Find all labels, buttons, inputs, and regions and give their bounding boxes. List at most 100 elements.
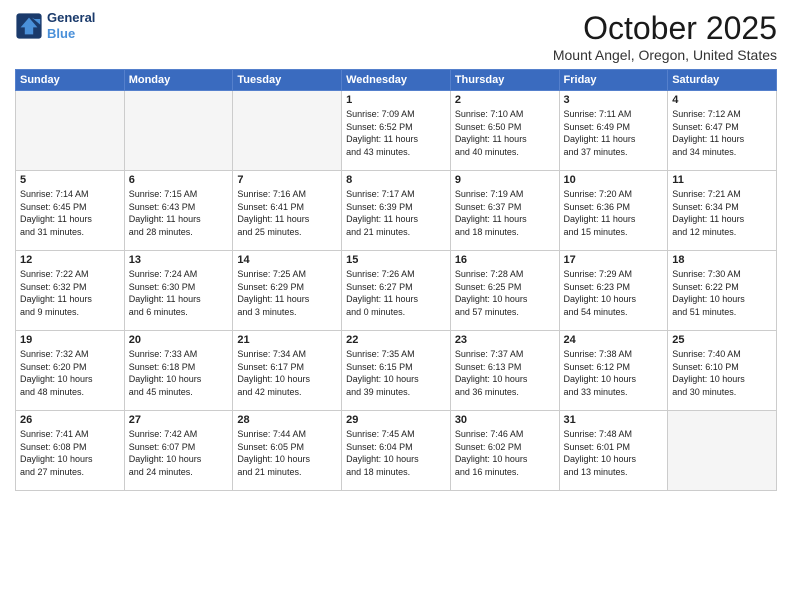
- day-number: 4: [672, 94, 772, 106]
- day-info: Sunrise: 7:37 AM Sunset: 6:13 PM Dayligh…: [455, 348, 555, 398]
- calendar-cell-w2d6: 18 Sunrise: 7:30 AM Sunset: 6:22 PM Dayli…: [668, 251, 777, 331]
- day-info: Sunrise: 7:25 AM Sunset: 6:29 PM Dayligh…: [237, 268, 337, 318]
- day-number: 21: [237, 334, 337, 346]
- calendar-week-3: 19 Sunrise: 7:32 AM Sunset: 6:20 PM Dayli…: [16, 331, 777, 411]
- calendar-cell-w4d3: 29 Sunrise: 7:45 AM Sunset: 6:04 PM Dayli…: [342, 411, 451, 491]
- day-info: Sunrise: 7:45 AM Sunset: 6:04 PM Dayligh…: [346, 428, 446, 478]
- calendar-cell-w4d5: 31Sunrise: 7:48 AM Sunset: 6:01 PM Dayli…: [559, 411, 668, 491]
- calendar-cell-w2d4: 16 Sunrise: 7:28 AM Sunset: 6:25 PM Dayli…: [450, 251, 559, 331]
- calendar-cell-w0d1: [124, 91, 233, 171]
- day-number: 20: [129, 334, 229, 346]
- calendar-cell-w2d0: 12Sunrise: 7:22 AM Sunset: 6:32 PM Dayli…: [16, 251, 125, 331]
- calendar-cell-w1d5: 10 Sunrise: 7:20 AM Sunset: 6:36 PM Dayli…: [559, 171, 668, 251]
- calendar-cell-w2d1: 13Sunrise: 7:24 AM Sunset: 6:30 PM Dayli…: [124, 251, 233, 331]
- logo-text: General Blue: [47, 10, 95, 41]
- calendar-cell-w0d5: 3 Sunrise: 7:11 AM Sunset: 6:49 PM Daylig…: [559, 91, 668, 171]
- day-number: 18: [672, 254, 772, 266]
- day-number: 24: [564, 334, 664, 346]
- day-info: Sunrise: 7:19 AM Sunset: 6:37 PM Dayligh…: [455, 188, 555, 238]
- calendar-week-2: 12Sunrise: 7:22 AM Sunset: 6:32 PM Dayli…: [16, 251, 777, 331]
- day-info: Sunrise: 7:11 AM Sunset: 6:49 PM Dayligh…: [564, 108, 664, 158]
- calendar-cell-w3d4: 23 Sunrise: 7:37 AM Sunset: 6:13 PM Dayli…: [450, 331, 559, 411]
- day-info: Sunrise: 7:38 AM Sunset: 6:12 PM Dayligh…: [564, 348, 664, 398]
- day-info: Sunrise: 7:33 AM Sunset: 6:18 PM Dayligh…: [129, 348, 229, 398]
- day-info: Sunrise: 7:48 AM Sunset: 6:01 PM Dayligh…: [564, 428, 664, 478]
- day-number: 5: [20, 174, 120, 186]
- calendar-cell-w1d3: 8 Sunrise: 7:17 AM Sunset: 6:39 PM Daylig…: [342, 171, 451, 251]
- day-number: 11: [672, 174, 772, 186]
- day-number: 29: [346, 414, 446, 426]
- day-number: 10: [564, 174, 664, 186]
- day-number: 19: [20, 334, 120, 346]
- day-info: Sunrise: 7:40 AM Sunset: 6:10 PM Dayligh…: [672, 348, 772, 398]
- calendar-cell-w0d4: 2 Sunrise: 7:10 AM Sunset: 6:50 PM Daylig…: [450, 91, 559, 171]
- day-number: 23: [455, 334, 555, 346]
- calendar-cell-w3d5: 24 Sunrise: 7:38 AM Sunset: 6:12 PM Dayli…: [559, 331, 668, 411]
- day-number: 27: [129, 414, 229, 426]
- day-number: 22: [346, 334, 446, 346]
- calendar-cell-w0d3: 1Sunrise: 7:09 AM Sunset: 6:52 PM Daylig…: [342, 91, 451, 171]
- day-info: Sunrise: 7:28 AM Sunset: 6:25 PM Dayligh…: [455, 268, 555, 318]
- day-info: Sunrise: 7:42 AM Sunset: 6:07 PM Dayligh…: [129, 428, 229, 478]
- calendar-week-4: 26 Sunrise: 7:41 AM Sunset: 6:08 PM Dayli…: [16, 411, 777, 491]
- day-info: Sunrise: 7:12 AM Sunset: 6:47 PM Dayligh…: [672, 108, 772, 158]
- day-info: Sunrise: 7:35 AM Sunset: 6:15 PM Dayligh…: [346, 348, 446, 398]
- calendar-header-monday: Monday: [124, 70, 233, 91]
- calendar-header-saturday: Saturday: [668, 70, 777, 91]
- day-info: Sunrise: 7:14 AM Sunset: 6:45 PM Dayligh…: [20, 188, 120, 238]
- day-number: 16: [455, 254, 555, 266]
- day-number: 2: [455, 94, 555, 106]
- day-number: 7: [237, 174, 337, 186]
- calendar-header-friday: Friday: [559, 70, 668, 91]
- day-number: 26: [20, 414, 120, 426]
- calendar-cell-w0d0: [16, 91, 125, 171]
- day-info: Sunrise: 7:17 AM Sunset: 6:39 PM Dayligh…: [346, 188, 446, 238]
- logo: General Blue: [15, 10, 95, 41]
- day-number: 17: [564, 254, 664, 266]
- day-number: 8: [346, 174, 446, 186]
- calendar-header-tuesday: Tuesday: [233, 70, 342, 91]
- calendar-cell-w3d2: 21Sunrise: 7:34 AM Sunset: 6:17 PM Dayli…: [233, 331, 342, 411]
- day-info: Sunrise: 7:29 AM Sunset: 6:23 PM Dayligh…: [564, 268, 664, 318]
- page: General Blue October 2025 Mount Angel, O…: [0, 0, 792, 612]
- calendar-cell-w4d2: 28 Sunrise: 7:44 AM Sunset: 6:05 PM Dayli…: [233, 411, 342, 491]
- calendar-header-wednesday: Wednesday: [342, 70, 451, 91]
- calendar-header-thursday: Thursday: [450, 70, 559, 91]
- day-number: 28: [237, 414, 337, 426]
- day-info: Sunrise: 7:15 AM Sunset: 6:43 PM Dayligh…: [129, 188, 229, 238]
- calendar-cell-w2d2: 14 Sunrise: 7:25 AM Sunset: 6:29 PM Dayli…: [233, 251, 342, 331]
- calendar-cell-w1d0: 5 Sunrise: 7:14 AM Sunset: 6:45 PM Daylig…: [16, 171, 125, 251]
- day-number: 3: [564, 94, 664, 106]
- calendar-cell-w1d4: 9 Sunrise: 7:19 AM Sunset: 6:37 PM Daylig…: [450, 171, 559, 251]
- calendar-cell-w4d0: 26 Sunrise: 7:41 AM Sunset: 6:08 PM Dayli…: [16, 411, 125, 491]
- calendar-table: SundayMondayTuesdayWednesdayThursdayFrid…: [15, 69, 777, 491]
- day-info: Sunrise: 7:09 AM Sunset: 6:52 PM Dayligh…: [346, 108, 446, 158]
- day-info: Sunrise: 7:32 AM Sunset: 6:20 PM Dayligh…: [20, 348, 120, 398]
- day-number: 14: [237, 254, 337, 266]
- logo-line2: Blue: [47, 26, 75, 41]
- calendar-cell-w4d4: 30Sunrise: 7:46 AM Sunset: 6:02 PM Dayli…: [450, 411, 559, 491]
- day-info: Sunrise: 7:26 AM Sunset: 6:27 PM Dayligh…: [346, 268, 446, 318]
- day-number: 6: [129, 174, 229, 186]
- calendar-header-sunday: Sunday: [16, 70, 125, 91]
- day-info: Sunrise: 7:10 AM Sunset: 6:50 PM Dayligh…: [455, 108, 555, 158]
- calendar-week-1: 5 Sunrise: 7:14 AM Sunset: 6:45 PM Daylig…: [16, 171, 777, 251]
- day-info: Sunrise: 7:16 AM Sunset: 6:41 PM Dayligh…: [237, 188, 337, 238]
- calendar-header-row: SundayMondayTuesdayWednesdayThursdayFrid…: [16, 70, 777, 91]
- day-info: Sunrise: 7:44 AM Sunset: 6:05 PM Dayligh…: [237, 428, 337, 478]
- day-number: 25: [672, 334, 772, 346]
- day-info: Sunrise: 7:22 AM Sunset: 6:32 PM Dayligh…: [20, 268, 120, 318]
- day-info: Sunrise: 7:24 AM Sunset: 6:30 PM Dayligh…: [129, 268, 229, 318]
- day-info: Sunrise: 7:20 AM Sunset: 6:36 PM Dayligh…: [564, 188, 664, 238]
- calendar-cell-w0d6: 4 Sunrise: 7:12 AM Sunset: 6:47 PM Daylig…: [668, 91, 777, 171]
- day-number: 9: [455, 174, 555, 186]
- header: General Blue October 2025 Mount Angel, O…: [15, 10, 777, 63]
- calendar-cell-w3d6: 25 Sunrise: 7:40 AM Sunset: 6:10 PM Dayli…: [668, 331, 777, 411]
- day-info: Sunrise: 7:41 AM Sunset: 6:08 PM Dayligh…: [20, 428, 120, 478]
- calendar-cell-w4d1: 27 Sunrise: 7:42 AM Sunset: 6:07 PM Dayli…: [124, 411, 233, 491]
- calendar-cell-w0d2: [233, 91, 342, 171]
- day-info: Sunrise: 7:46 AM Sunset: 6:02 PM Dayligh…: [455, 428, 555, 478]
- calendar-cell-w3d3: 22 Sunrise: 7:35 AM Sunset: 6:15 PM Dayli…: [342, 331, 451, 411]
- day-info: Sunrise: 7:30 AM Sunset: 6:22 PM Dayligh…: [672, 268, 772, 318]
- calendar-week-0: 1Sunrise: 7:09 AM Sunset: 6:52 PM Daylig…: [16, 91, 777, 171]
